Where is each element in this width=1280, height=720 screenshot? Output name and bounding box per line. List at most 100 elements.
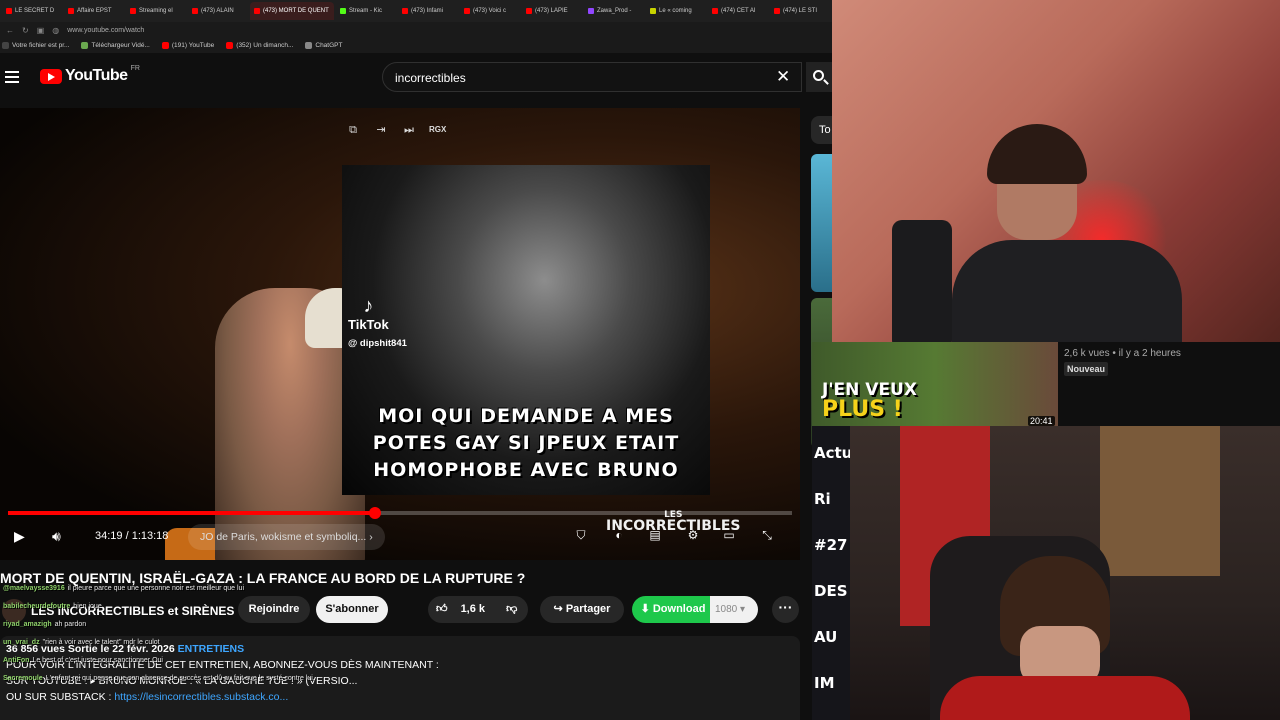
bookmark-item[interactable]: Téléchargeur Vidé... bbox=[81, 42, 150, 49]
popout-icon[interactable]: ⧉ bbox=[345, 122, 361, 138]
tab-label: (473) LAPIE bbox=[535, 8, 568, 14]
progress-scrubber[interactable] bbox=[368, 507, 381, 519]
fullscreen-icon[interactable]: ⤡ bbox=[758, 528, 776, 544]
chapter-button[interactable]: JO de Paris, wokisme et symboliq... › bbox=[188, 524, 385, 550]
description-line-3: SUR YOUTUBE : ▸ BRUNO MONROE : « LA GAUC… bbox=[6, 675, 358, 687]
search-button[interactable] bbox=[806, 62, 832, 92]
thumbnail-text: Actu bbox=[814, 444, 850, 462]
tab-favicon-icon bbox=[130, 8, 136, 14]
video-title: MORT DE QUENTIN, ISRAËL-GAZA : LA FRANCE… bbox=[0, 570, 526, 586]
theater-mode-icon[interactable]: ▭ bbox=[720, 528, 738, 544]
thumbnail-text: AU bbox=[814, 628, 838, 646]
download-arrow-icon: ⬇ bbox=[640, 603, 650, 615]
meme-line: HOMOPHOBE AVEC BRUNO bbox=[373, 459, 679, 481]
browser-tab[interactable]: (474) CET AI bbox=[708, 2, 768, 20]
browser-tab[interactable]: LE SECRET D bbox=[2, 2, 62, 20]
like-icon[interactable]: 👍︎ bbox=[436, 603, 448, 615]
tiktok-note-icon: ♪ bbox=[363, 295, 374, 317]
tab-label: (474) CET AI bbox=[721, 8, 756, 14]
channel-name[interactable]: LES INCORRECTIBLES et SIRÈNES bbox=[31, 604, 234, 618]
tab-favicon-icon bbox=[6, 8, 12, 14]
time-display: 34:19 / 1:13:18 bbox=[95, 530, 169, 542]
channel-row: LES INCORRECTIBLES et SIRÈNES Rejoindre … bbox=[0, 596, 800, 626]
recommended-video-thumbnail[interactable]: J'EN VEUX PLUS ! 20:41 bbox=[812, 342, 1058, 426]
tab-favicon-icon bbox=[340, 8, 346, 14]
tab-label: Zawa_Prod - bbox=[597, 8, 632, 14]
download-button[interactable]: ⬇ Download bbox=[632, 596, 714, 623]
tiktok-overlay: ♪ TikTok @ dipshit841 MOI QUI DEMANDE A … bbox=[342, 165, 710, 495]
browser-tab[interactable]: (473) MORT DE QUENT bbox=[250, 2, 334, 20]
progress-bar[interactable] bbox=[8, 507, 792, 519]
channel-avatar[interactable] bbox=[2, 599, 26, 623]
search-input[interactable]: incorrectibles ✕ bbox=[382, 62, 802, 92]
new-badge: Nouveau bbox=[1064, 362, 1109, 376]
search-query[interactable]: incorrectibles bbox=[395, 71, 466, 85]
settings-gear-icon[interactable]: ⚙ bbox=[684, 528, 702, 544]
back-icon[interactable]: ← bbox=[6, 26, 14, 35]
browser-tab[interactable]: Le « coming bbox=[646, 2, 706, 20]
share-label: Partager bbox=[565, 603, 611, 615]
shield-icon[interactable]: ⛉ bbox=[572, 528, 590, 544]
browser-tab[interactable]: (473) Voici c bbox=[460, 2, 520, 20]
browser-tab[interactable]: (474) LE STI bbox=[770, 2, 830, 20]
webcam-guest bbox=[850, 426, 1280, 720]
join-button[interactable]: Rejoindre bbox=[238, 596, 310, 623]
share-icon: ↪ bbox=[553, 603, 563, 615]
browser-tab[interactable]: Stream - Kic bbox=[336, 2, 396, 20]
subtitles-icon[interactable]: ▤ bbox=[646, 528, 664, 544]
tab-label: (473) Voici c bbox=[473, 8, 507, 14]
recommended-video-meta[interactable]: 2,6 k vues • il y a 2 heures Nouveau bbox=[1058, 342, 1280, 426]
enter-icon[interactable]: ⇥ bbox=[373, 122, 389, 138]
bookmark-label: ChatGPT bbox=[315, 42, 343, 49]
browser-tab[interactable]: (473) LAPIE bbox=[522, 2, 582, 20]
browser-tab[interactable]: (473) Infami bbox=[398, 2, 458, 20]
tab-favicon-icon bbox=[192, 8, 198, 14]
bookmark-item[interactable]: (352) Un dimanch... bbox=[226, 42, 293, 49]
meme-line: MOI QUI DEMANDE A MES bbox=[378, 405, 674, 427]
bookmark-item[interactable]: (191) YouTube bbox=[161, 42, 214, 49]
bookmark-item[interactable]: Votre fichier est pr... bbox=[2, 42, 69, 49]
tab-favicon-icon bbox=[712, 8, 718, 14]
more-actions-button[interactable]: ··· bbox=[772, 596, 799, 623]
browser-tab-bar: LE SECRET D Affaire EPST Streaming el (473)… bbox=[0, 0, 832, 22]
skip-icon[interactable]: ⏭ bbox=[401, 122, 417, 138]
vpn-icon[interactable]: ▣ bbox=[37, 26, 45, 35]
share-button[interactable]: ↪ Partager bbox=[540, 596, 624, 623]
url-text[interactable]: www.youtube.com/watch bbox=[67, 27, 144, 34]
subscribe-button[interactable]: S'abonner bbox=[316, 596, 388, 623]
description-box[interactable]: 36 856 vues Sortie le 22 févr. 2026 ENTR… bbox=[0, 636, 800, 720]
tab-favicon-icon bbox=[588, 8, 594, 14]
clear-search-icon[interactable]: ✕ bbox=[776, 67, 790, 87]
recommended-strip[interactable]: Actu Ri #27 DES AU IM bbox=[812, 426, 850, 720]
tiktok-brand-text: TikTok bbox=[348, 317, 389, 332]
dislike-icon[interactable]: 👎︎ bbox=[506, 603, 517, 615]
bookmark-item[interactable]: ChatGPT bbox=[305, 42, 342, 49]
menu-icon[interactable] bbox=[5, 71, 19, 83]
site-info-icon[interactable]: ◍ bbox=[52, 26, 59, 35]
bookmark-label: Votre fichier est pr... bbox=[12, 42, 70, 49]
browser-tab[interactable]: Affaire EPST bbox=[64, 2, 124, 20]
description-line-2: POUR VOIR L'INTÉGRALITÉ DE CET ENTRETIEN… bbox=[6, 659, 439, 671]
hashtag-link[interactable]: ENTRETIENS bbox=[178, 643, 245, 655]
tab-favicon-icon bbox=[402, 8, 408, 14]
rgx-button[interactable]: RGX bbox=[429, 122, 446, 138]
download-resolution-select[interactable]: 1080 ▾ bbox=[710, 596, 758, 623]
like-count[interactable]: 1,6 k bbox=[461, 603, 485, 615]
substack-link[interactable]: https://lesincorrectibles.substack.co... bbox=[114, 691, 288, 703]
bookmark-label: Téléchargeur Vidé... bbox=[91, 42, 150, 49]
chat-text: il pleure parce que une personne noir es… bbox=[67, 585, 244, 592]
youtube-logo[interactable]: YouTube FR bbox=[40, 65, 140, 85]
thumbnail-text: IM bbox=[814, 674, 835, 692]
browser-tab[interactable]: Streaming el bbox=[126, 2, 186, 20]
tab-label: Affaire EPST bbox=[77, 8, 112, 14]
browser-address-bar: ← ↻ ▣ ◍ www.youtube.com/watch bbox=[0, 22, 832, 38]
autoplay-toggle-icon[interactable]: ◐ bbox=[610, 528, 628, 544]
webcam-streamer bbox=[832, 0, 1280, 342]
reload-icon[interactable]: ↻ bbox=[22, 26, 29, 35]
browser-tab[interactable]: Zawa_Prod - bbox=[584, 2, 644, 20]
browser-tab[interactable]: (473) ALAIN bbox=[188, 2, 248, 20]
video-player[interactable]: ♪ TikTok @ dipshit841 MOI QUI DEMANDE A … bbox=[0, 108, 800, 560]
play-icon[interactable]: ▶ bbox=[14, 528, 25, 545]
like-dislike-group: 👍︎ 1,6 k 👎︎ bbox=[428, 596, 528, 623]
volume-icon[interactable]: 🔊︎ bbox=[52, 528, 61, 545]
